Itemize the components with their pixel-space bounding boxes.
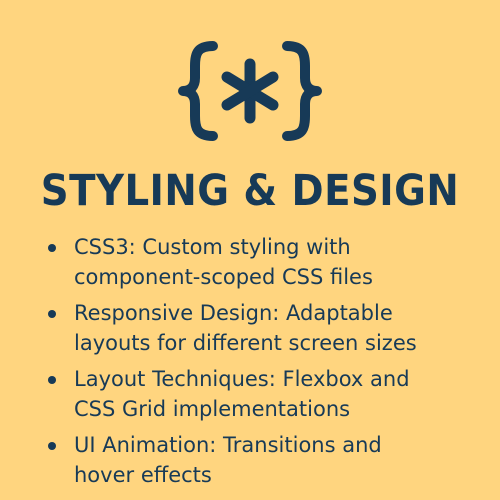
feature-line-1: CSS3: Custom styling with [74, 235, 351, 259]
feature-line-1: Responsive Design: Adaptable [74, 301, 393, 325]
list-item: CSS3: Custom styling with component-scop… [48, 232, 490, 292]
feature-line-1: UI Animation: Transitions and [74, 433, 382, 457]
bullet-icon [48, 244, 56, 252]
styling-design-card: STYLING & DESIGN CSS3: Custom styling wi… [0, 0, 500, 500]
bullet-icon [48, 376, 56, 384]
list-item: UI Animation: Transitions and hover effe… [48, 430, 490, 490]
list-item: Responsive Design: Adaptable layouts for… [48, 298, 490, 358]
feature-line-2: component-scoped CSS files [74, 265, 373, 289]
list-item: Layout Techniques: Flexbox and CSS Grid … [48, 364, 490, 424]
curly-braces-asterisk-icon [178, 41, 322, 141]
feature-line-2: layouts for different screen sizes [74, 331, 417, 355]
feature-list: CSS3: Custom styling with component-scop… [48, 232, 490, 496]
bullet-icon [48, 442, 56, 450]
bullet-icon [48, 310, 56, 318]
feature-line-1: Layout Techniques: Flexbox and [74, 367, 410, 391]
page-title: STYLING & DESIGN [40, 166, 460, 216]
feature-line-2: hover effects [74, 463, 212, 487]
feature-line-2: CSS Grid implementations [74, 397, 351, 421]
